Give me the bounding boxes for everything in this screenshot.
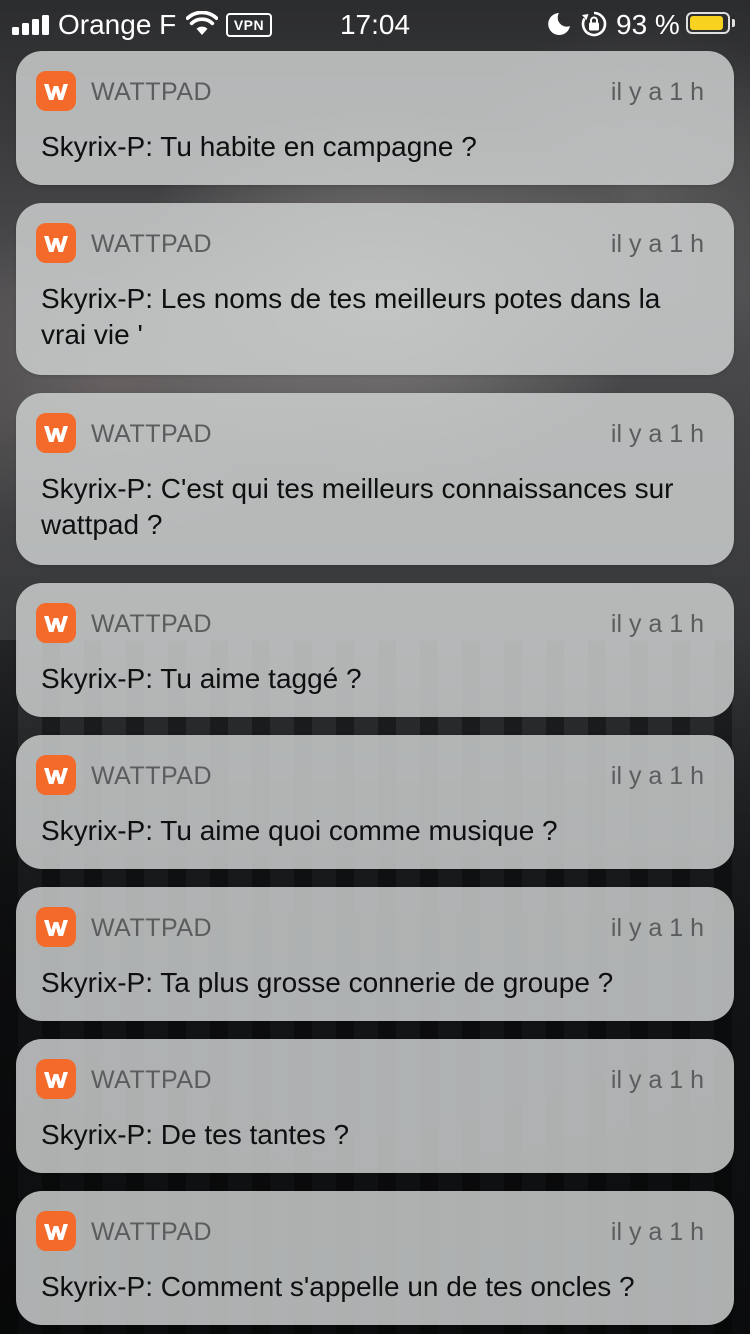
wattpad-icon <box>36 603 76 643</box>
battery-icon <box>686 12 730 34</box>
notification-card[interactable]: WATTPAD il y a 1 h Skyrix-P: Tu aime tag… <box>16 583 734 717</box>
wattpad-icon <box>36 755 76 795</box>
notification-time: il y a 1 h <box>610 610 704 638</box>
notification-time: il y a 1 h <box>610 420 704 448</box>
notification-card[interactable]: WATTPAD il y a 1 h Skyrix-P: Comment s'a… <box>16 1191 734 1325</box>
notification-card[interactable]: WATTPAD il y a 1 h Skyrix-P: Les noms de… <box>16 203 734 375</box>
notification-app-name: WATTPAD <box>91 230 213 258</box>
wattpad-icon <box>36 1059 76 1099</box>
wattpad-icon <box>36 71 76 111</box>
notification-card[interactable]: WATTPAD il y a 1 h Skyrix-P: Tu aime quo… <box>16 735 734 869</box>
notification-time: il y a 1 h <box>610 762 704 790</box>
notification-message: Skyrix-P: Comment s'appelle un de tes on… <box>41 1271 635 1302</box>
notification-card[interactable]: WATTPAD il y a 1 h Skyrix-P: De tes tant… <box>16 1039 734 1173</box>
notification-app-name: WATTPAD <box>91 914 213 942</box>
notification-card[interactable]: WATTPAD il y a 1 h Skyrix-P: Tu habite e… <box>16 51 734 185</box>
notification-app-name: WATTPAD <box>91 610 213 638</box>
notification-app-name: WATTPAD <box>91 78 213 106</box>
notification-time: il y a 1 h <box>610 1218 704 1246</box>
notification-message: Skyrix-P: Ta plus grosse connerie de gro… <box>41 967 614 998</box>
notification-app-name: WATTPAD <box>91 1066 213 1094</box>
notification-app-name: WATTPAD <box>91 762 213 790</box>
notification-message: Skyrix-P: Tu habite en campagne ? <box>41 131 477 162</box>
notification-message: Skyrix-P: Tu aime taggé ? <box>41 663 362 694</box>
status-bar: Orange F VPN 17:04 93 % <box>0 0 750 48</box>
notification-card[interactable]: WATTPAD il y a 1 h Skyrix-P: C'est qui t… <box>16 393 734 565</box>
wattpad-icon <box>36 907 76 947</box>
moon-icon <box>548 13 570 35</box>
battery-level-fill <box>690 16 723 30</box>
battery-percentage: 93 % <box>616 9 680 40</box>
notification-time: il y a 1 h <box>610 1066 704 1094</box>
notification-message: Skyrix-P: C'est qui tes meilleurs connai… <box>41 473 674 540</box>
notification-app-name: WATTPAD <box>91 420 213 448</box>
wattpad-icon <box>36 1211 76 1251</box>
rotation-lock-icon <box>581 11 607 37</box>
notification-card[interactable]: WATTPAD il y a 1 h Skyrix-P: Ta plus gro… <box>16 887 734 1021</box>
notification-message: Skyrix-P: Tu aime quoi comme musique ? <box>41 815 558 846</box>
battery-cap <box>732 19 735 27</box>
notification-time: il y a 1 h <box>610 78 704 106</box>
notification-message: Skyrix-P: Les noms de tes meilleurs pote… <box>41 283 661 350</box>
notification-app-name: WATTPAD <box>91 1218 213 1246</box>
notification-time: il y a 1 h <box>610 914 704 942</box>
notification-message: Skyrix-P: De tes tantes ? <box>41 1119 350 1150</box>
wattpad-icon <box>36 413 76 453</box>
wattpad-icon <box>36 223 76 263</box>
notification-time: il y a 1 h <box>610 230 704 258</box>
